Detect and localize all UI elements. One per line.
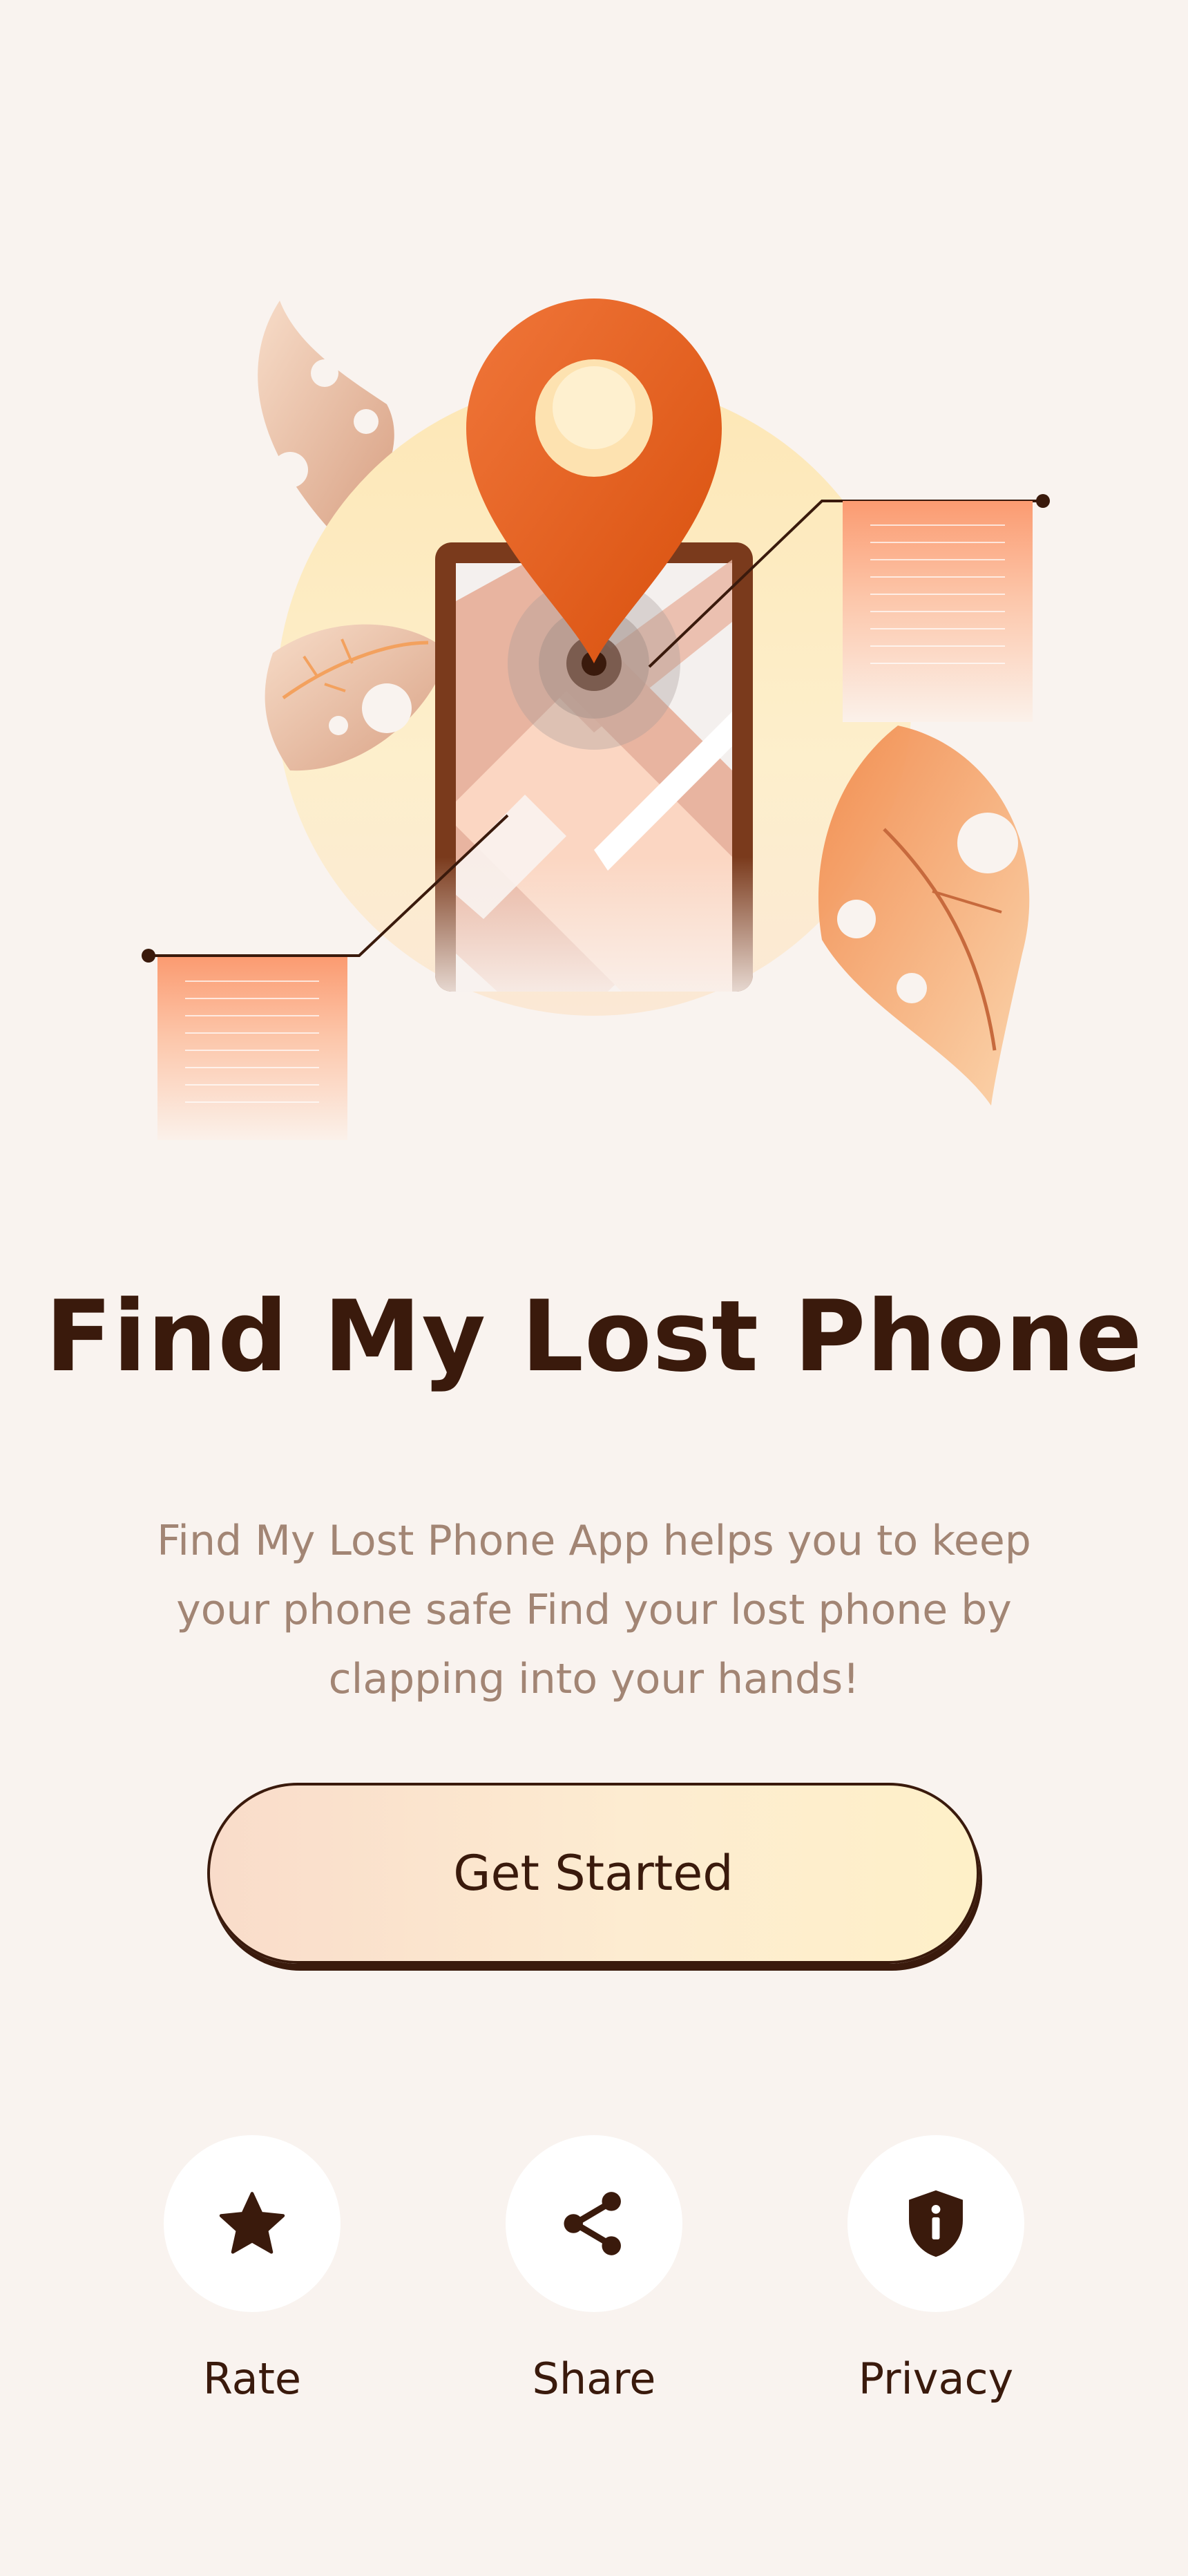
share-button[interactable]: Share [504, 2135, 684, 2404]
hero-illustration [0, 0, 1188, 1175]
rate-label: Rate [202, 2354, 302, 2404]
privacy-icon-circle[interactable] [847, 2135, 1024, 2312]
shield-info-icon [909, 2190, 963, 2257]
share-icon-circle[interactable] [506, 2135, 682, 2312]
star-icon [219, 2192, 285, 2254]
share-icon [564, 2192, 621, 2255]
page-title: Find My Lost Phone [45, 1280, 1143, 1394]
rate-icon-circle[interactable] [164, 2135, 341, 2312]
privacy-label: Privacy [858, 2354, 1014, 2404]
bottom-actions: Rate Share Privacy [0, 2135, 1188, 2425]
page-description: Find My Lost Phone App helps you to keep… [157, 1517, 1031, 1703]
get-started-button[interactable]: Get Started [207, 1783, 979, 1964]
share-label: Share [532, 2354, 656, 2404]
privacy-button[interactable]: Privacy [846, 2135, 1026, 2404]
rate-button[interactable]: Rate [162, 2135, 342, 2404]
location-pin-phone-illustration [142, 299, 1050, 1140]
